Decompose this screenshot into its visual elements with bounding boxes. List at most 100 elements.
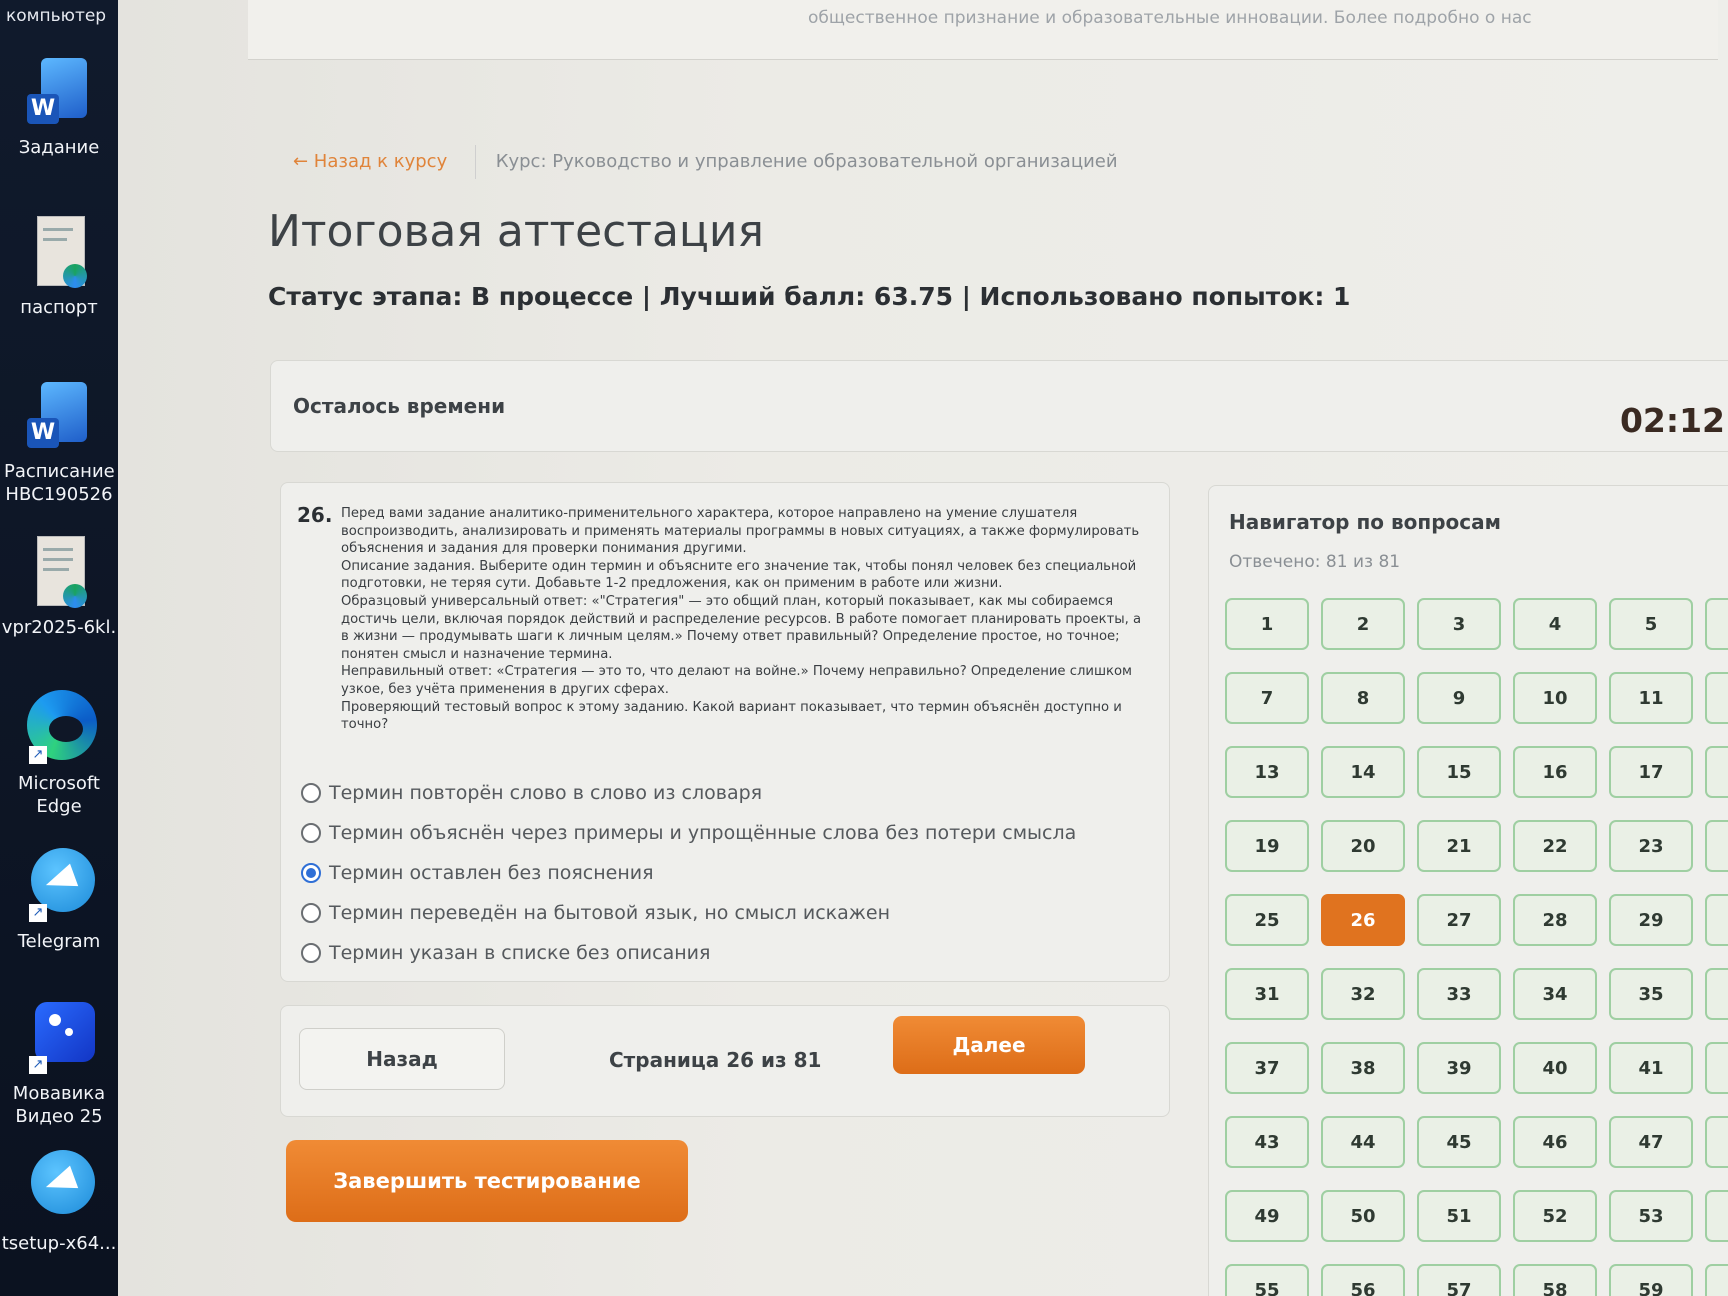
question-nav-button[interactable]: 45 [1417, 1116, 1501, 1168]
question-nav-button[interactable]: 27 [1417, 894, 1501, 946]
radio-button[interactable] [301, 943, 321, 963]
word-icon: W [27, 54, 91, 130]
radio-button[interactable] [301, 783, 321, 803]
question-nav-button[interactable]: 30 [1705, 894, 1728, 946]
question-nav-button[interactable]: 39 [1417, 1042, 1501, 1094]
question-nav-button[interactable]: 49 [1225, 1190, 1309, 1242]
next-button[interactable]: Далее [893, 1016, 1085, 1074]
top-banner: общественное признание и образовательные… [248, 0, 1718, 60]
question-nav-button[interactable]: 10 [1513, 672, 1597, 724]
question-nav-button[interactable]: 48 [1705, 1116, 1728, 1168]
question-nav-button[interactable]: 52 [1513, 1190, 1597, 1242]
radio-button[interactable] [301, 903, 321, 923]
question-nav-button[interactable]: 20 [1321, 820, 1405, 872]
question-nav-button[interactable]: 51 [1417, 1190, 1501, 1242]
banner-text: общественное признание и образовательные… [808, 8, 1532, 28]
timer-value: 02:12 [1619, 401, 1725, 440]
desktop-icon-passport[interactable]: паспорт [0, 214, 118, 319]
desktop-icon-label: tsetup-x64... [1, 1233, 117, 1254]
answer-option[interactable]: Термин объяснён через примеры и упрощённ… [301, 813, 1076, 853]
answer-option[interactable]: Термин указан в списке без описания [301, 933, 1076, 973]
desktop-icon-label: паспорт [20, 297, 98, 318]
question-nav-button[interactable]: 43 [1225, 1116, 1309, 1168]
radio-button-selected[interactable] [301, 863, 321, 883]
desktop-icon-label: vpr2025-6kl. [1, 617, 117, 638]
question-nav-button[interactable]: 4 [1513, 598, 1597, 650]
question-nav-button[interactable]: 9 [1417, 672, 1501, 724]
question-nav-button[interactable]: 60 [1705, 1264, 1728, 1296]
question-nav-button[interactable]: 16 [1513, 746, 1597, 798]
question-nav-button[interactable]: 22 [1513, 820, 1597, 872]
question-nav-bar: Назад Страница 26 из 81 Далее [280, 1005, 1170, 1117]
question-nav-button[interactable]: 21 [1417, 820, 1501, 872]
question-nav-button[interactable]: 41 [1609, 1042, 1693, 1094]
question-nav-button-current[interactable]: 26 [1321, 894, 1405, 946]
question-nav-button[interactable]: 7 [1225, 672, 1309, 724]
question-nav-button[interactable]: 35 [1609, 968, 1693, 1020]
question-nav-button[interactable]: 53 [1609, 1190, 1693, 1242]
radio-button[interactable] [301, 823, 321, 843]
question-nav-button[interactable]: 15 [1417, 746, 1501, 798]
answer-option[interactable]: Термин повторён слово в слово из словаря [301, 773, 1076, 813]
question-paragraph: Образцовый универсальный ответ: «"Страте… [341, 593, 1142, 662]
question-nav-button[interactable]: 46 [1513, 1116, 1597, 1168]
question-nav-button[interactable]: 57 [1417, 1264, 1501, 1296]
question-nav-button[interactable]: 8 [1321, 672, 1405, 724]
question-nav-button[interactable]: 1 [1225, 598, 1309, 650]
question-nav-button[interactable]: 28 [1513, 894, 1597, 946]
desktop-icon-zadanie[interactable]: W Задание [0, 54, 118, 159]
question-nav-button[interactable]: 33 [1417, 968, 1501, 1020]
question-nav-button[interactable]: 55 [1225, 1264, 1309, 1296]
question-nav-button[interactable]: 38 [1321, 1042, 1405, 1094]
finish-test-button[interactable]: Завершить тестирование [286, 1140, 688, 1222]
edge-icon: ↗ [27, 690, 97, 766]
back-to-course-link[interactable]: ← Назад к курсу [293, 151, 447, 172]
question-nav-button[interactable]: 3 [1417, 598, 1501, 650]
question-nav-button[interactable]: 12 [1705, 672, 1728, 724]
question-nav-button[interactable]: 17 [1609, 746, 1693, 798]
question-nav-button[interactable]: 24 [1705, 820, 1728, 872]
question-nav-button[interactable]: 19 [1225, 820, 1309, 872]
answer-option[interactable]: Термин оставлен без пояснения [301, 853, 1076, 893]
desktop-icon-label: Задание [18, 137, 100, 158]
question-nav-button[interactable]: 2 [1321, 598, 1405, 650]
question-nav-button[interactable]: 5 [1609, 598, 1693, 650]
answer-option[interactable]: Термин переведён на бытовой язык, но смы… [301, 893, 1076, 933]
question-nav-button[interactable]: 25 [1225, 894, 1309, 946]
question-nav-button[interactable]: 40 [1513, 1042, 1597, 1094]
question-text: Перед вами задание аналитико-применитель… [341, 505, 1153, 734]
desktop-icon-edge[interactable]: ↗ Microsoft Edge [0, 690, 118, 818]
question-nav-button[interactable]: 34 [1513, 968, 1597, 1020]
question-nav-button[interactable]: 18 [1705, 746, 1728, 798]
question-nav-button[interactable]: 14 [1321, 746, 1405, 798]
question-nav-button[interactable]: 37 [1225, 1042, 1309, 1094]
question-nav-button[interactable]: 50 [1321, 1190, 1405, 1242]
desktop-icon-movavi[interactable]: ↗ Мовавика Видео 25 [0, 1000, 118, 1128]
question-nav-button[interactable]: 31 [1225, 968, 1309, 1020]
answer-option-label: Термин повторён слово в слово из словаря [329, 782, 763, 804]
desktop-icon-label: Расписание НВС190526 [4, 461, 115, 505]
question-nav-button[interactable]: 36 [1705, 968, 1728, 1020]
desktop-icon-vpr[interactable]: vpr2025-6kl. [0, 534, 118, 639]
telegram-icon [27, 1150, 95, 1226]
status-line: Статус этапа: В процессе | Лучший балл: … [268, 282, 1351, 311]
desktop-icon-label: Мовавика Видео 25 [12, 1083, 106, 1127]
question-nav-button[interactable]: 47 [1609, 1116, 1693, 1168]
desktop-icon-tsetup[interactable]: tsetup-x64... [0, 1150, 118, 1255]
desktop-icon-schedule[interactable]: W Расписание НВС190526 [0, 378, 118, 506]
question-nav-button[interactable]: 23 [1609, 820, 1693, 872]
question-nav-button[interactable]: 42 [1705, 1042, 1728, 1094]
question-nav-button[interactable]: 32 [1321, 968, 1405, 1020]
question-nav-button[interactable]: 44 [1321, 1116, 1405, 1168]
question-nav-button[interactable]: 13 [1225, 746, 1309, 798]
question-nav-button[interactable]: 56 [1321, 1264, 1405, 1296]
page-title: Итоговая аттестация [268, 206, 764, 257]
question-nav-button[interactable]: 59 [1609, 1264, 1693, 1296]
question-nav-button[interactable]: 58 [1513, 1264, 1597, 1296]
question-nav-button[interactable]: 6 [1705, 598, 1728, 650]
desktop-icon-telegram[interactable]: ↗ Telegram [0, 848, 118, 953]
question-nav-button[interactable]: 11 [1609, 672, 1693, 724]
question-nav-button[interactable]: 29 [1609, 894, 1693, 946]
back-button[interactable]: Назад [299, 1028, 505, 1090]
question-nav-button[interactable]: 54 [1705, 1190, 1728, 1242]
